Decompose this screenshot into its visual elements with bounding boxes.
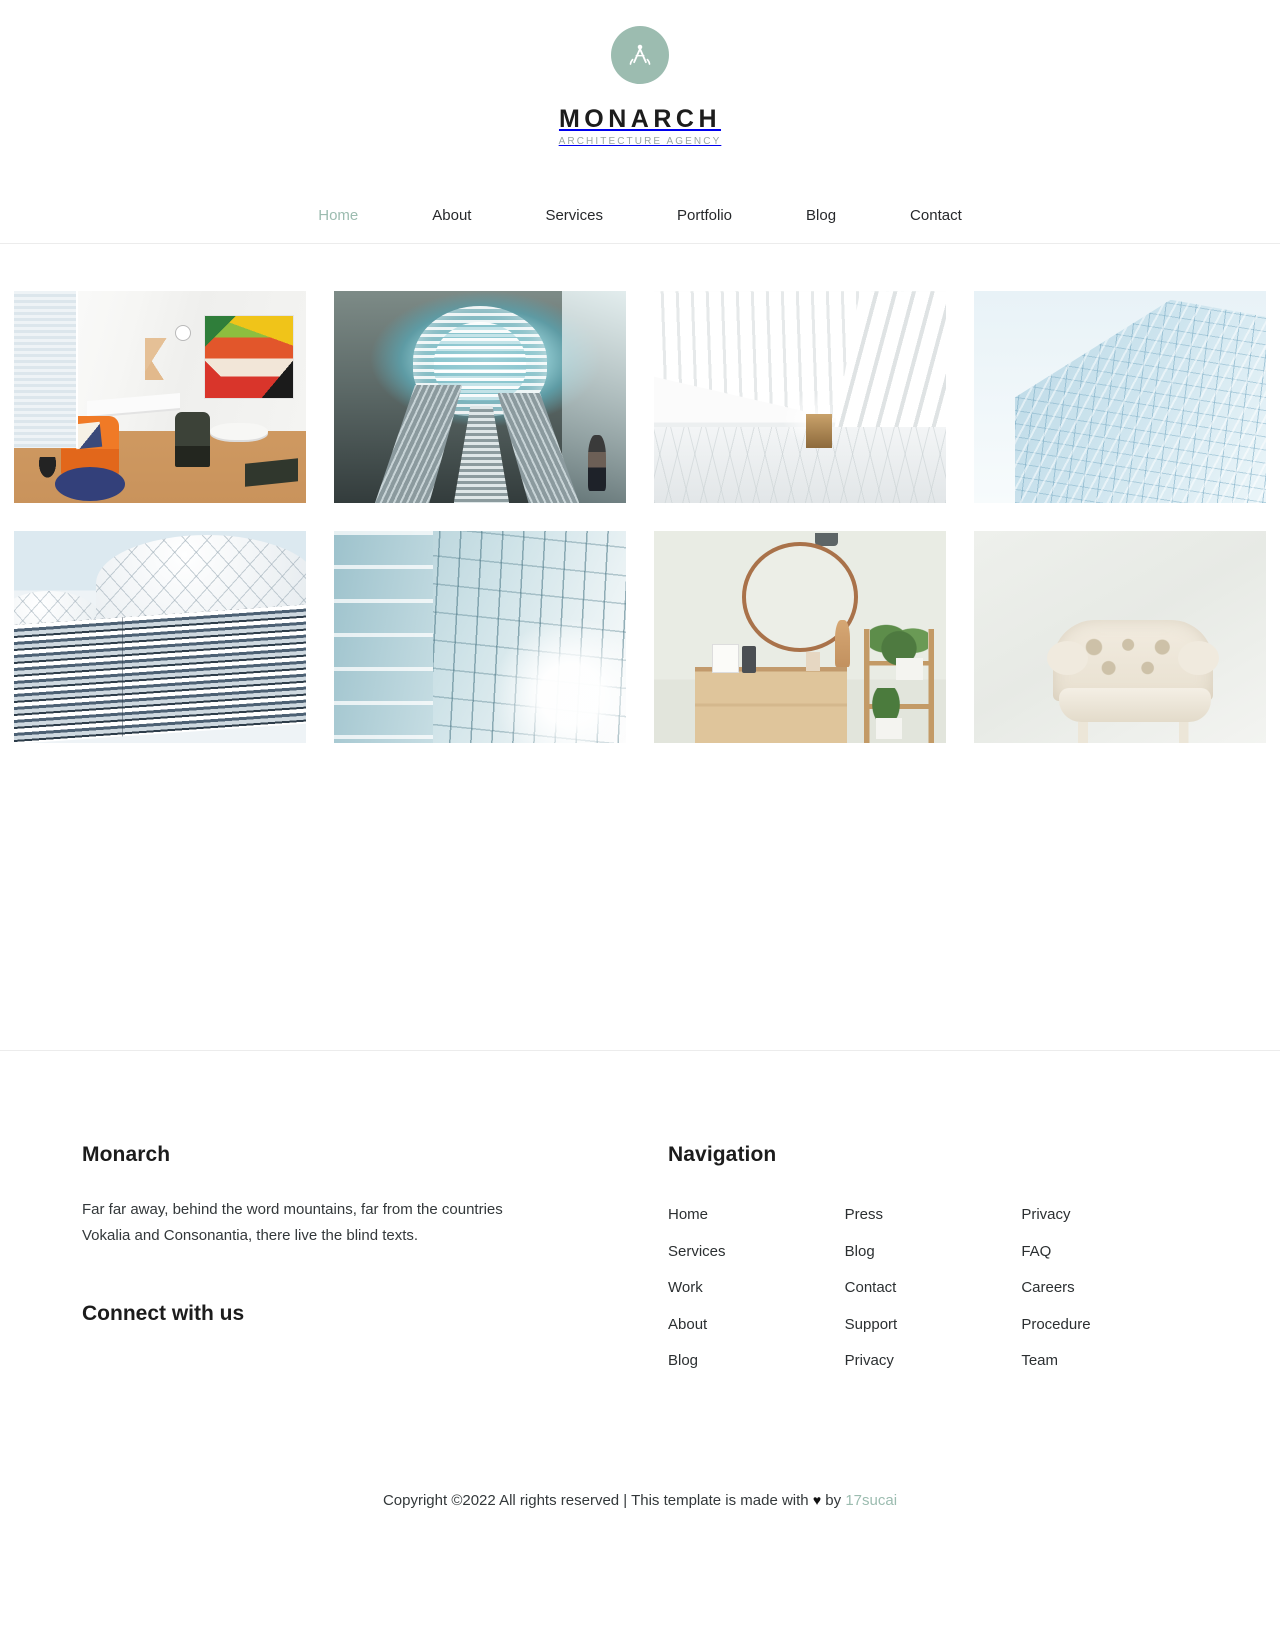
- gallery-image-cream-armchair: [974, 531, 1266, 744]
- gallery-image-teal-glass-facade: [334, 531, 626, 744]
- footer-link-column-3: Privacy FAQ Careers Procedure Team: [1021, 1197, 1198, 1380]
- drafting-compass-icon: [610, 26, 669, 84]
- footer-link-about[interactable]: About: [668, 1307, 707, 1344]
- nav-item-portfolio[interactable]: Portfolio: [677, 207, 732, 224]
- gallery-image-blue-glass-facade: [974, 291, 1266, 504]
- copyright-text-middle: by: [821, 1491, 846, 1509]
- footer-nav-heading: Navigation: [668, 1143, 777, 1167]
- footer-link-privacy-2[interactable]: Privacy: [1021, 1197, 1070, 1234]
- footer-link-work[interactable]: Work: [668, 1270, 703, 1307]
- brand-tagline: ARCHITECTURE AGENCY: [558, 136, 722, 148]
- gallery-item[interactable]: [334, 291, 626, 504]
- heart-icon: ♥: [812, 1491, 822, 1508]
- gallery-image-white-corridor: [654, 291, 946, 504]
- project-gallery: [0, 244, 1280, 744]
- footer-link-procedure[interactable]: Procedure: [1021, 1307, 1090, 1344]
- footer-link-press[interactable]: Press: [845, 1197, 883, 1234]
- copyright-bar: Copyright ©2022 All rights reserved | Th…: [0, 1492, 1280, 1509]
- footer-link-services[interactable]: Services: [668, 1234, 726, 1271]
- footer-link-column-2: Press Blog Contact Support Privacy: [845, 1197, 1022, 1380]
- nav-item-home[interactable]: Home: [318, 207, 358, 224]
- nav-item-services[interactable]: Services: [545, 207, 603, 224]
- footer-link-team[interactable]: Team: [1021, 1343, 1058, 1380]
- gallery-item[interactable]: [334, 531, 626, 744]
- nav-item-contact[interactable]: Contact: [910, 207, 962, 224]
- main-navigation: Home About Services Portfolio Blog Conta…: [0, 188, 1280, 245]
- footer-link-careers[interactable]: Careers: [1021, 1270, 1074, 1307]
- footer-about-text: Far far away, behind the word mountains,…: [82, 1201, 503, 1245]
- footer-link-blog-2[interactable]: Blog: [845, 1234, 875, 1271]
- footer-link-faq[interactable]: FAQ: [1021, 1234, 1051, 1271]
- brand-name: MONARCH: [558, 105, 722, 133]
- copyright-text-prefix: Copyright ©2022 All rights reserved | Th…: [382, 1491, 813, 1509]
- footer-link-column-1: Home Services Work About Blog: [668, 1197, 845, 1380]
- gallery-image-scandinavian-interior: [654, 531, 946, 744]
- site-header: MONARCH ARCHITECTURE AGENCY Home About S…: [0, 0, 1280, 245]
- footer-link-privacy[interactable]: Privacy: [845, 1343, 894, 1380]
- gallery-item[interactable]: [654, 531, 946, 744]
- footer-link-contact[interactable]: Contact: [845, 1270, 897, 1307]
- credit-link[interactable]: 17sucai: [845, 1492, 897, 1509]
- gallery-image-lattice-dome-building: [14, 531, 306, 744]
- gallery-item[interactable]: [974, 291, 1266, 504]
- brand-logo[interactable]: MONARCH ARCHITECTURE AGENCY: [559, 26, 722, 147]
- gallery-item[interactable]: [14, 531, 306, 744]
- gallery-image-office-interior: [14, 291, 306, 504]
- nav-item-blog[interactable]: Blog: [806, 207, 836, 224]
- footer-connect-heading: Connect with us: [82, 1302, 245, 1326]
- footer-about-column: Monarch Far far away, behind the word mo…: [82, 1143, 602, 1346]
- footer-link-blog[interactable]: Blog: [668, 1343, 698, 1380]
- gallery-image-underground-station: [334, 291, 626, 504]
- footer-navigation-column: Navigation Home Services Work About Blog…: [602, 1143, 1198, 1380]
- site-footer: Monarch Far far away, behind the word mo…: [0, 1051, 1280, 1380]
- nav-item-about[interactable]: About: [432, 207, 471, 224]
- gallery-item[interactable]: [974, 531, 1266, 744]
- footer-about-heading: Monarch: [82, 1143, 171, 1167]
- footer-link-home[interactable]: Home: [668, 1197, 708, 1234]
- gallery-item[interactable]: [654, 291, 946, 504]
- footer-link-support[interactable]: Support: [845, 1307, 898, 1344]
- gallery-item[interactable]: [14, 291, 306, 504]
